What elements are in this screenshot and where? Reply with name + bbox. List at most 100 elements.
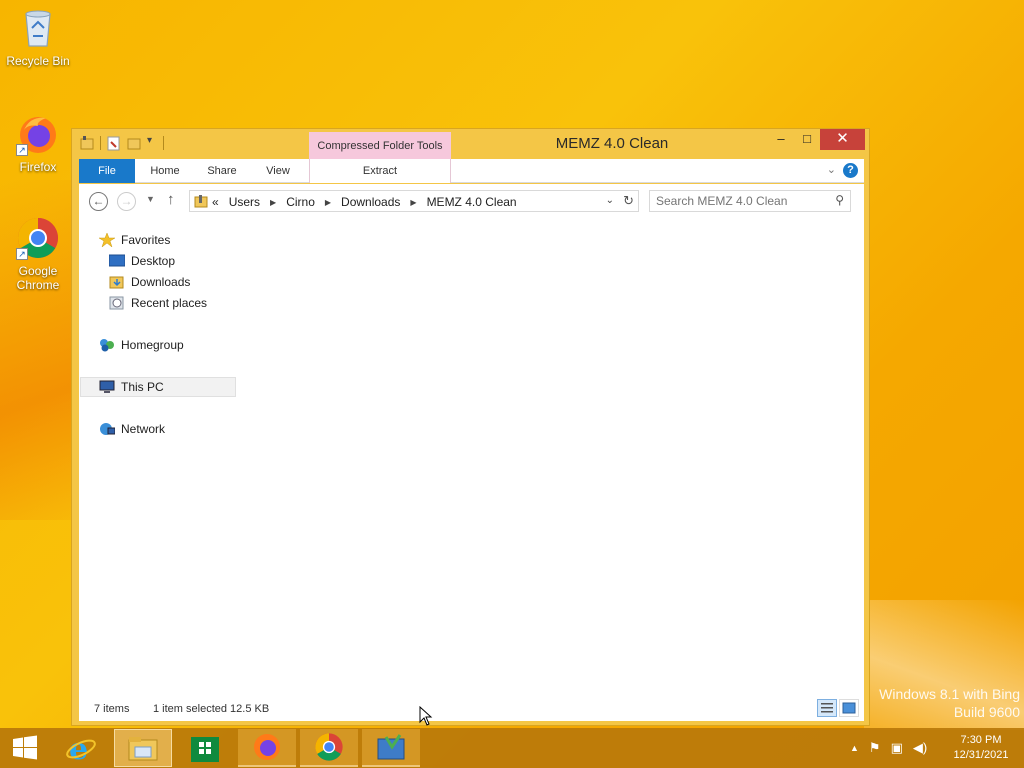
watermark-line2: Build 9600 xyxy=(953,704,1020,720)
shortcut-arrow-icon: ↗ xyxy=(16,144,28,156)
tab-share[interactable]: Share xyxy=(195,159,249,183)
nav-label: Recent places xyxy=(131,296,208,310)
tab-extract[interactable]: Extract xyxy=(309,159,451,183)
search-box[interactable]: ⚲ xyxy=(649,190,851,212)
taskbar: e ▲ ⚑ ▣ ◀) 7:30 PM 12/31/2021 xyxy=(0,728,1024,768)
help-button[interactable]: ? xyxy=(843,163,858,178)
new-folder-icon[interactable] xyxy=(127,135,141,151)
show-hidden-icons-icon[interactable]: ▲ xyxy=(850,740,859,756)
clock-date: 12/31/2021 xyxy=(953,749,1009,761)
breadcrumb-current[interactable]: MEMZ 4.0 Clean xyxy=(427,195,517,209)
navigation-pane: Favorites Desktop Downloads Recent place… xyxy=(79,218,239,693)
close-button[interactable]: ✕ xyxy=(820,129,865,150)
refresh-icon[interactable]: ↻ xyxy=(623,193,634,209)
taskbar-chrome[interactable] xyxy=(300,729,358,767)
chevron-down-icon[interactable]: ⌄ xyxy=(606,195,614,206)
installer-icon xyxy=(377,734,405,760)
ribbon-tabs: File Home Share View Extract ⌄ ? xyxy=(79,159,864,183)
taskbar-internet-explorer[interactable]: e xyxy=(52,729,110,767)
address-bar[interactable]: « Users ▶ Cirno ▶ Downloads ▶ MEMZ 4.0 C… xyxy=(189,190,639,212)
start-icon xyxy=(13,735,37,760)
quick-access-toolbar: ▾ xyxy=(80,135,164,151)
nav-desktop[interactable]: Desktop xyxy=(108,251,176,271)
back-button[interactable]: ← xyxy=(89,192,108,211)
firefox-icon xyxy=(254,734,280,760)
window-title: MEMZ 4.0 Clean xyxy=(555,135,669,152)
chevron-right-icon[interactable]: ▶ xyxy=(270,198,276,207)
forward-button[interactable]: → xyxy=(117,192,136,211)
content-area: Favorites Desktop Downloads Recent place… xyxy=(79,218,864,693)
chrome-icon xyxy=(315,733,343,761)
nav-this-pc[interactable]: This PC xyxy=(80,377,236,397)
nav-favorites[interactable]: Favorites xyxy=(98,230,171,250)
selection-info: 1 item selected 12.5 KB xyxy=(153,703,270,715)
internet-explorer-icon: e xyxy=(66,732,96,764)
tab-file[interactable]: File xyxy=(79,159,135,183)
folder-properties-icon[interactable] xyxy=(80,135,94,151)
desktop-icon-label: Google Chrome xyxy=(16,264,60,292)
clock[interactable]: 7:30 PM 12/31/2021 xyxy=(950,733,1012,763)
desktop-icon-firefox[interactable]: ↗ Firefox xyxy=(0,112,76,174)
watermark-line1: Windows 8.1 with Bing xyxy=(879,686,1020,702)
system-tray: ▲ ⚑ ▣ ◀) xyxy=(850,740,927,756)
minimize-button[interactable]: – xyxy=(768,129,794,150)
action-center-flag-icon[interactable]: ⚑ xyxy=(869,740,881,756)
large-icons-view-button[interactable] xyxy=(839,699,859,717)
up-button[interactable]: ↑ xyxy=(167,191,175,208)
desktop-icon-chrome[interactable]: ↗ Google Chrome xyxy=(0,216,76,292)
shortcut-arrow-icon: ↗ xyxy=(16,248,28,260)
os-watermark: Windows 8.1 with Bing Build 9600 xyxy=(879,685,1020,721)
explorer-window: ▾ Compressed Folder Tools MEMZ 4.0 Clean… xyxy=(71,128,870,726)
status-bar: 7 items 1 item selected 12.5 KB xyxy=(79,693,864,721)
qat-customize-icon[interactable]: ▾ xyxy=(147,135,157,151)
taskbar-store[interactable] xyxy=(176,729,234,767)
store-icon xyxy=(191,737,219,762)
computer-icon xyxy=(99,380,115,394)
breadcrumb-users[interactable]: Users xyxy=(229,195,260,209)
taskbar-file-explorer[interactable] xyxy=(114,729,172,767)
title-bar[interactable]: ▾ Compressed Folder Tools MEMZ 4.0 Clean… xyxy=(72,129,869,160)
nav-label: Desktop xyxy=(131,254,176,268)
network-icon xyxy=(99,422,116,436)
recycle-bin-icon xyxy=(16,6,60,50)
breadcrumb-downloads[interactable]: Downloads xyxy=(341,195,400,209)
search-icon[interactable]: ⚲ xyxy=(835,193,844,207)
nav-label: This PC xyxy=(121,380,164,394)
nav-network[interactable]: Network xyxy=(99,419,165,439)
maximize-button[interactable]: □ xyxy=(794,129,820,150)
volume-icon[interactable]: ◀) xyxy=(913,740,927,756)
nav-label: Favorites xyxy=(121,233,171,247)
nav-homegroup[interactable]: Homegroup xyxy=(99,335,184,355)
search-input[interactable] xyxy=(656,194,826,208)
network-status-icon[interactable]: ▣ xyxy=(891,740,903,756)
details-view-button[interactable] xyxy=(817,699,837,717)
breadcrumb: « Users ▶ Cirno ▶ Downloads ▶ MEMZ 4.0 C… xyxy=(212,195,517,209)
taskbar-installer[interactable] xyxy=(362,729,420,767)
star-icon xyxy=(98,232,116,248)
recent-places-icon xyxy=(109,296,125,310)
desktop-icon-recycle-bin[interactable]: Recycle Bin xyxy=(0,6,76,68)
homegroup-icon xyxy=(99,338,115,352)
desktop-icon-label: Firefox xyxy=(19,160,57,174)
nav-label: Network xyxy=(121,422,166,436)
file-explorer-icon xyxy=(128,737,158,761)
chevron-right-icon[interactable]: ▶ xyxy=(410,198,416,207)
desktop-icon-label: Recycle Bin xyxy=(6,54,70,68)
compressed-folder-tools-tab[interactable]: Compressed Folder Tools xyxy=(309,132,451,160)
chevron-right-icon[interactable]: ▶ xyxy=(325,198,331,207)
downloads-folder-icon xyxy=(109,275,125,289)
start-button[interactable] xyxy=(0,729,50,767)
nav-downloads[interactable]: Downloads xyxy=(109,272,190,292)
taskbar-firefox[interactable] xyxy=(238,729,296,767)
properties-icon[interactable] xyxy=(107,135,121,151)
recent-locations-icon[interactable]: ▼ xyxy=(146,194,155,204)
mouse-cursor-icon xyxy=(419,705,433,729)
breadcrumb-cirno[interactable]: Cirno xyxy=(286,195,315,209)
nav-recent-places[interactable]: Recent places xyxy=(109,293,207,313)
tab-view[interactable]: View xyxy=(251,159,305,183)
details-view-icon xyxy=(821,703,833,713)
chrome-icon: ↗ xyxy=(16,216,60,260)
expand-ribbon-icon[interactable]: ⌄ xyxy=(827,163,836,176)
tab-home[interactable]: Home xyxy=(137,159,193,183)
breadcrumb-overflow[interactable]: « xyxy=(212,195,219,209)
